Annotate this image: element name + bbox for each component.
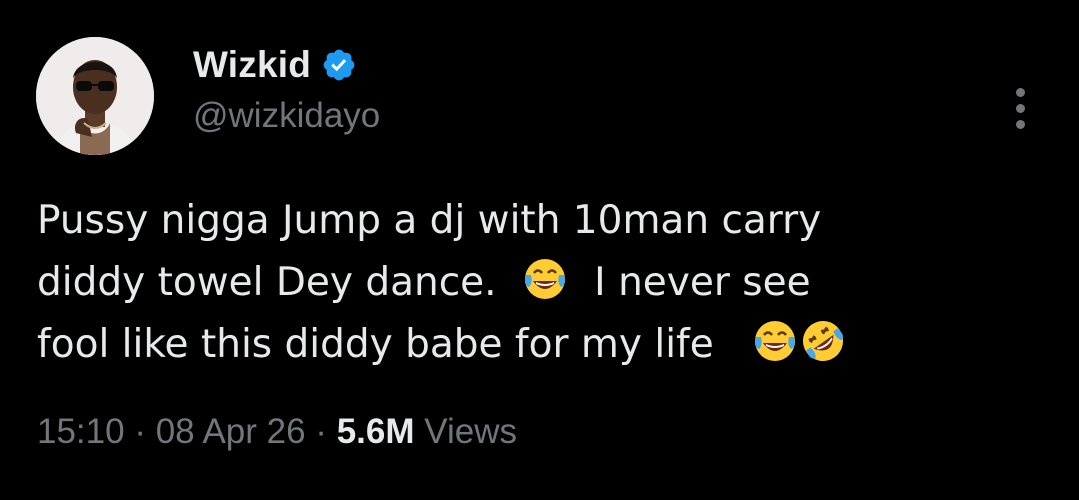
tweet-line-2-text-a: diddy towel Dey dance.	[37, 260, 497, 305]
tears-of-joy-emoji-icon	[754, 321, 795, 361]
tweet-card: Wizkid @wizkidayo Pussy nigga Jump a dj …	[0, 0, 1079, 500]
tweet-date[interactable]: 08 Apr 26	[156, 412, 306, 451]
more-options-icon[interactable]	[1008, 88, 1032, 134]
tweet-time[interactable]: 15:10	[37, 412, 125, 451]
author-handle[interactable]: @wizkidayo	[193, 96, 380, 136]
rolling-on-floor-laughing-emoji-icon	[802, 321, 843, 361]
author-name-row: Wizkid	[193, 40, 357, 90]
author-display-name[interactable]: Wizkid	[193, 44, 311, 86]
tweet-line-2-text-b: I never see	[594, 260, 811, 305]
views-count[interactable]: 5.6M	[337, 412, 415, 451]
tweet-text: Pussy nigga Jump a dj with 10man carry d…	[37, 190, 1047, 376]
verified-badge-icon[interactable]	[321, 47, 357, 83]
tweet-line-3-text: fool like this diddy babe for my life	[37, 322, 714, 367]
meta-separator: ·	[134, 412, 146, 451]
tweet-line-2: diddy towel Dey dance. I never see	[37, 252, 1047, 314]
tweet-line-1: Pussy nigga Jump a dj with 10man carry	[37, 198, 822, 243]
avatar-photo	[36, 37, 154, 155]
tweet-meta: 15:10 · 08 Apr 26 · 5.6M Views	[37, 412, 517, 452]
views-label: Views	[424, 412, 517, 451]
meta-separator: ·	[315, 412, 327, 451]
avatar[interactable]	[36, 37, 154, 155]
tweet-line-3: fool like this diddy babe for my life	[37, 314, 1047, 376]
tears-of-joy-emoji-icon	[525, 259, 566, 299]
